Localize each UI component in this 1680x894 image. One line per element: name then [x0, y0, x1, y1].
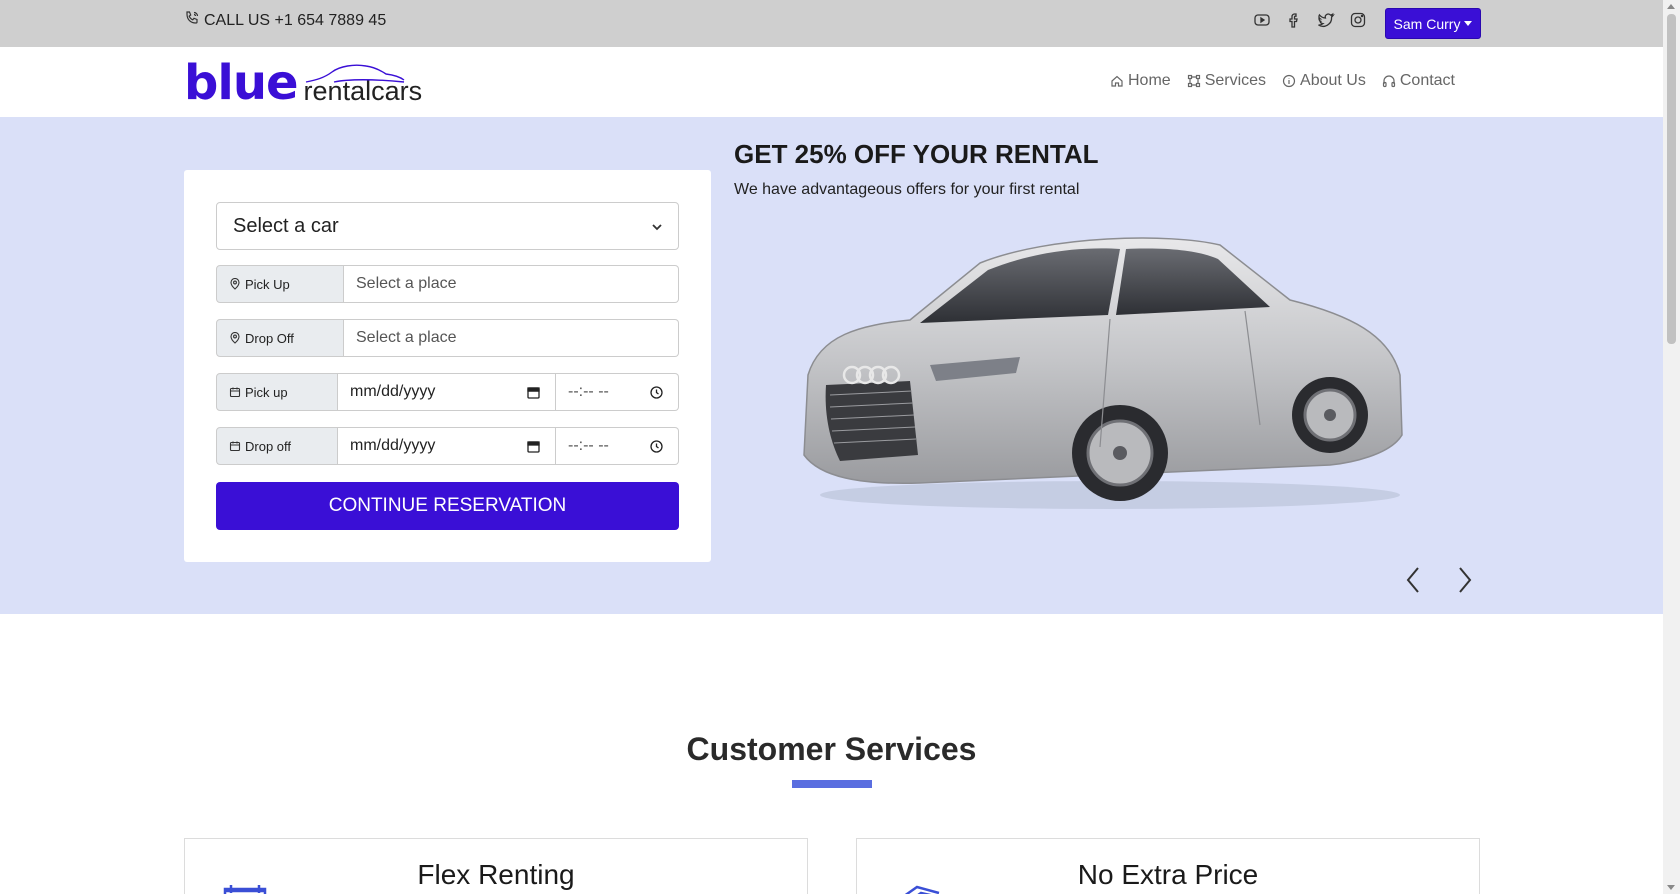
pickup-time-input[interactable]: --:-- --	[556, 373, 679, 411]
nav-item-contact[interactable]: Contact	[1382, 72, 1455, 90]
top-bar: CALL US +1 654 7889 45 Sam Curry	[0, 0, 1663, 47]
car-outline-icon	[305, 64, 404, 83]
call-us-text: CALL US +1 654 7889 45	[204, 11, 387, 29]
booking-form: Select a car Pick Up Select a place Drop…	[184, 170, 711, 562]
page-scrollbar[interactable]	[1663, 0, 1680, 894]
home-icon	[1111, 75, 1123, 87]
services-title: Customer Services	[686, 731, 977, 767]
user-menu-button[interactable]: Sam Curry	[1385, 8, 1481, 39]
service-card-flex-renting: Flex Renting	[184, 838, 808, 894]
calendar-icon	[229, 441, 241, 452]
chevron-down-icon	[652, 224, 662, 231]
social-links	[1253, 11, 1367, 29]
map-pin-icon	[230, 278, 240, 290]
headphones-icon	[1382, 75, 1395, 88]
dropoff-place-input[interactable]: Select a place	[344, 319, 679, 357]
calendar-icon	[223, 885, 267, 894]
nav-item-about[interactable]: About Us	[1282, 72, 1366, 90]
dropoff-place-label: Drop Off	[216, 319, 344, 357]
nav-item-services[interactable]: Services	[1187, 72, 1266, 90]
dropoff-place-row: Drop Off Select a place	[216, 319, 679, 357]
calendar-icon	[527, 387, 540, 399]
dropoff-datetime-row: Drop off mm/dd/yyyy --:-- --	[216, 427, 679, 465]
logo-secondary: rentalcars	[304, 64, 422, 109]
chevron-right-icon	[1459, 567, 1472, 593]
nav-menu: Home Services About Us Contact	[1110, 72, 1455, 90]
money-icon	[904, 885, 940, 894]
nav-item-home[interactable]: Home	[1110, 72, 1171, 90]
instagram-icon[interactable]	[1349, 11, 1367, 29]
user-name: Sam Curry	[1393, 15, 1461, 32]
title-underline	[792, 780, 872, 788]
main-navbar: blue rentalcars Home Services About Us C…	[0, 47, 1663, 117]
sedan-car-icon	[803, 237, 1403, 509]
facebook-icon[interactable]	[1285, 11, 1303, 29]
scroll-down-icon[interactable]	[1667, 885, 1675, 890]
service-card-no-extra-price: No Extra Price	[856, 838, 1480, 894]
carousel-next-button[interactable]	[1452, 565, 1476, 595]
clock-icon	[650, 386, 663, 399]
scroll-thumb[interactable]	[1667, 14, 1676, 344]
youtube-icon[interactable]	[1253, 11, 1271, 29]
twitter-icon[interactable]	[1317, 11, 1335, 29]
pickup-date-input[interactable]: mm/dd/yyyy	[338, 373, 556, 411]
pickup-place-input[interactable]: Select a place	[344, 265, 679, 303]
chevron-left-icon	[1406, 567, 1419, 593]
logo-primary: blue	[184, 55, 299, 111]
pickup-datetime-row: Pick up mm/dd/yyyy --:-- --	[216, 373, 679, 411]
call-us[interactable]: CALL US +1 654 7889 45	[184, 10, 386, 31]
logo[interactable]: blue rentalcars	[184, 57, 422, 109]
continue-reservation-button[interactable]: CONTINUE RESERVATION	[216, 482, 679, 530]
calendar-icon	[527, 441, 540, 453]
pickup-date-label: Pick up	[216, 373, 338, 411]
caret-down-icon	[1464, 21, 1473, 26]
map-pin-icon	[230, 332, 240, 344]
dropoff-date-input[interactable]: mm/dd/yyyy	[338, 427, 556, 465]
scroll-up-icon[interactable]	[1667, 4, 1675, 9]
car-select[interactable]: Select a car	[216, 202, 679, 250]
hero-section: Select a car Pick Up Select a place Drop…	[0, 117, 1663, 614]
dropoff-time-input[interactable]: --:-- --	[556, 427, 679, 465]
pickup-place-row: Pick Up Select a place	[216, 265, 679, 303]
service-card-title: No Extra Price	[1077, 859, 1259, 890]
pickup-place-label: Pick Up	[216, 265, 344, 303]
calendar-icon	[229, 387, 241, 398]
promo-subtitle: We have advantageous offers for your fir…	[734, 181, 1080, 198]
car-image	[790, 215, 1410, 515]
services-icon	[1187, 74, 1200, 88]
carousel-prev-button[interactable]	[1402, 565, 1426, 595]
phone-icon	[184, 10, 200, 31]
dropoff-date-label: Drop off	[216, 427, 338, 465]
info-icon	[1282, 74, 1296, 88]
service-card-title: Flex Renting	[417, 859, 575, 890]
clock-icon	[650, 440, 663, 453]
promo-title: GET 25% OFF YOUR RENTAL	[734, 139, 1099, 169]
